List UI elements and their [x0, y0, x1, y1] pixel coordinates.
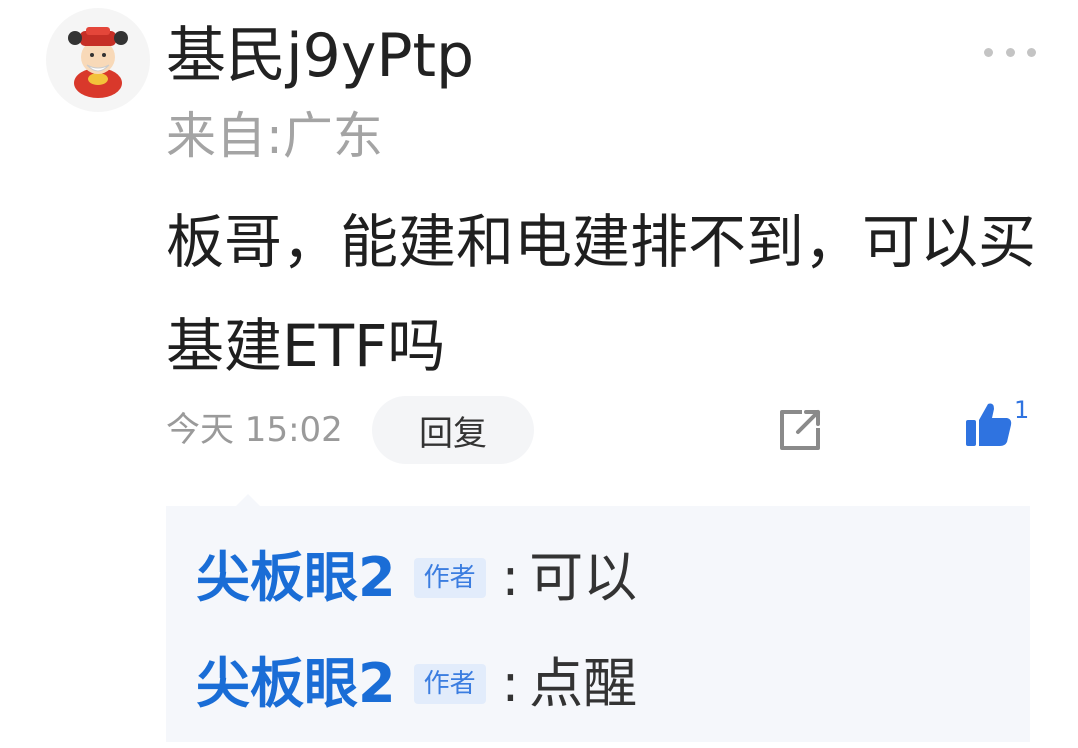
like-button[interactable]: 1 [960, 396, 1040, 456]
more-options-icon[interactable] [984, 40, 1036, 64]
post-timestamp: 今天 15:02 [166, 410, 343, 450]
reply-section: 尖板眼2 作者 : 可以 尖板眼2 作者 : 点醒 [166, 494, 1030, 742]
fortune-god-avatar-icon [68, 27, 128, 98]
reply-item[interactable]: 尖板眼2 作者 : 可以 [196, 538, 637, 618]
reply-author[interactable]: 尖板眼2 [196, 538, 396, 618]
like-count: 1 [1014, 396, 1030, 424]
thumbs-up-icon [966, 403, 1012, 446]
share-icon[interactable] [774, 404, 826, 456]
author-badge: 作者 [413, 664, 486, 704]
reply-item[interactable]: 尖板眼2 作者 : 点醒 [196, 644, 637, 724]
reply-button[interactable]: 回复 [372, 396, 534, 464]
reply-colon: : [501, 654, 520, 714]
avatar[interactable] [46, 8, 150, 112]
reply-text: 可以 [529, 546, 638, 609]
reply-colon: : [501, 548, 520, 608]
post-content: 板哥，能建和电建排不到，可以买基建ETF吗 [166, 208, 1037, 380]
reply-text: 点醒 [529, 652, 638, 715]
author-badge: 作者 [413, 558, 486, 598]
location-label: 来自:广东 [166, 107, 383, 165]
reply-author[interactable]: 尖板眼2 [196, 644, 396, 724]
username[interactable]: 基民j9yPtp [166, 18, 474, 94]
